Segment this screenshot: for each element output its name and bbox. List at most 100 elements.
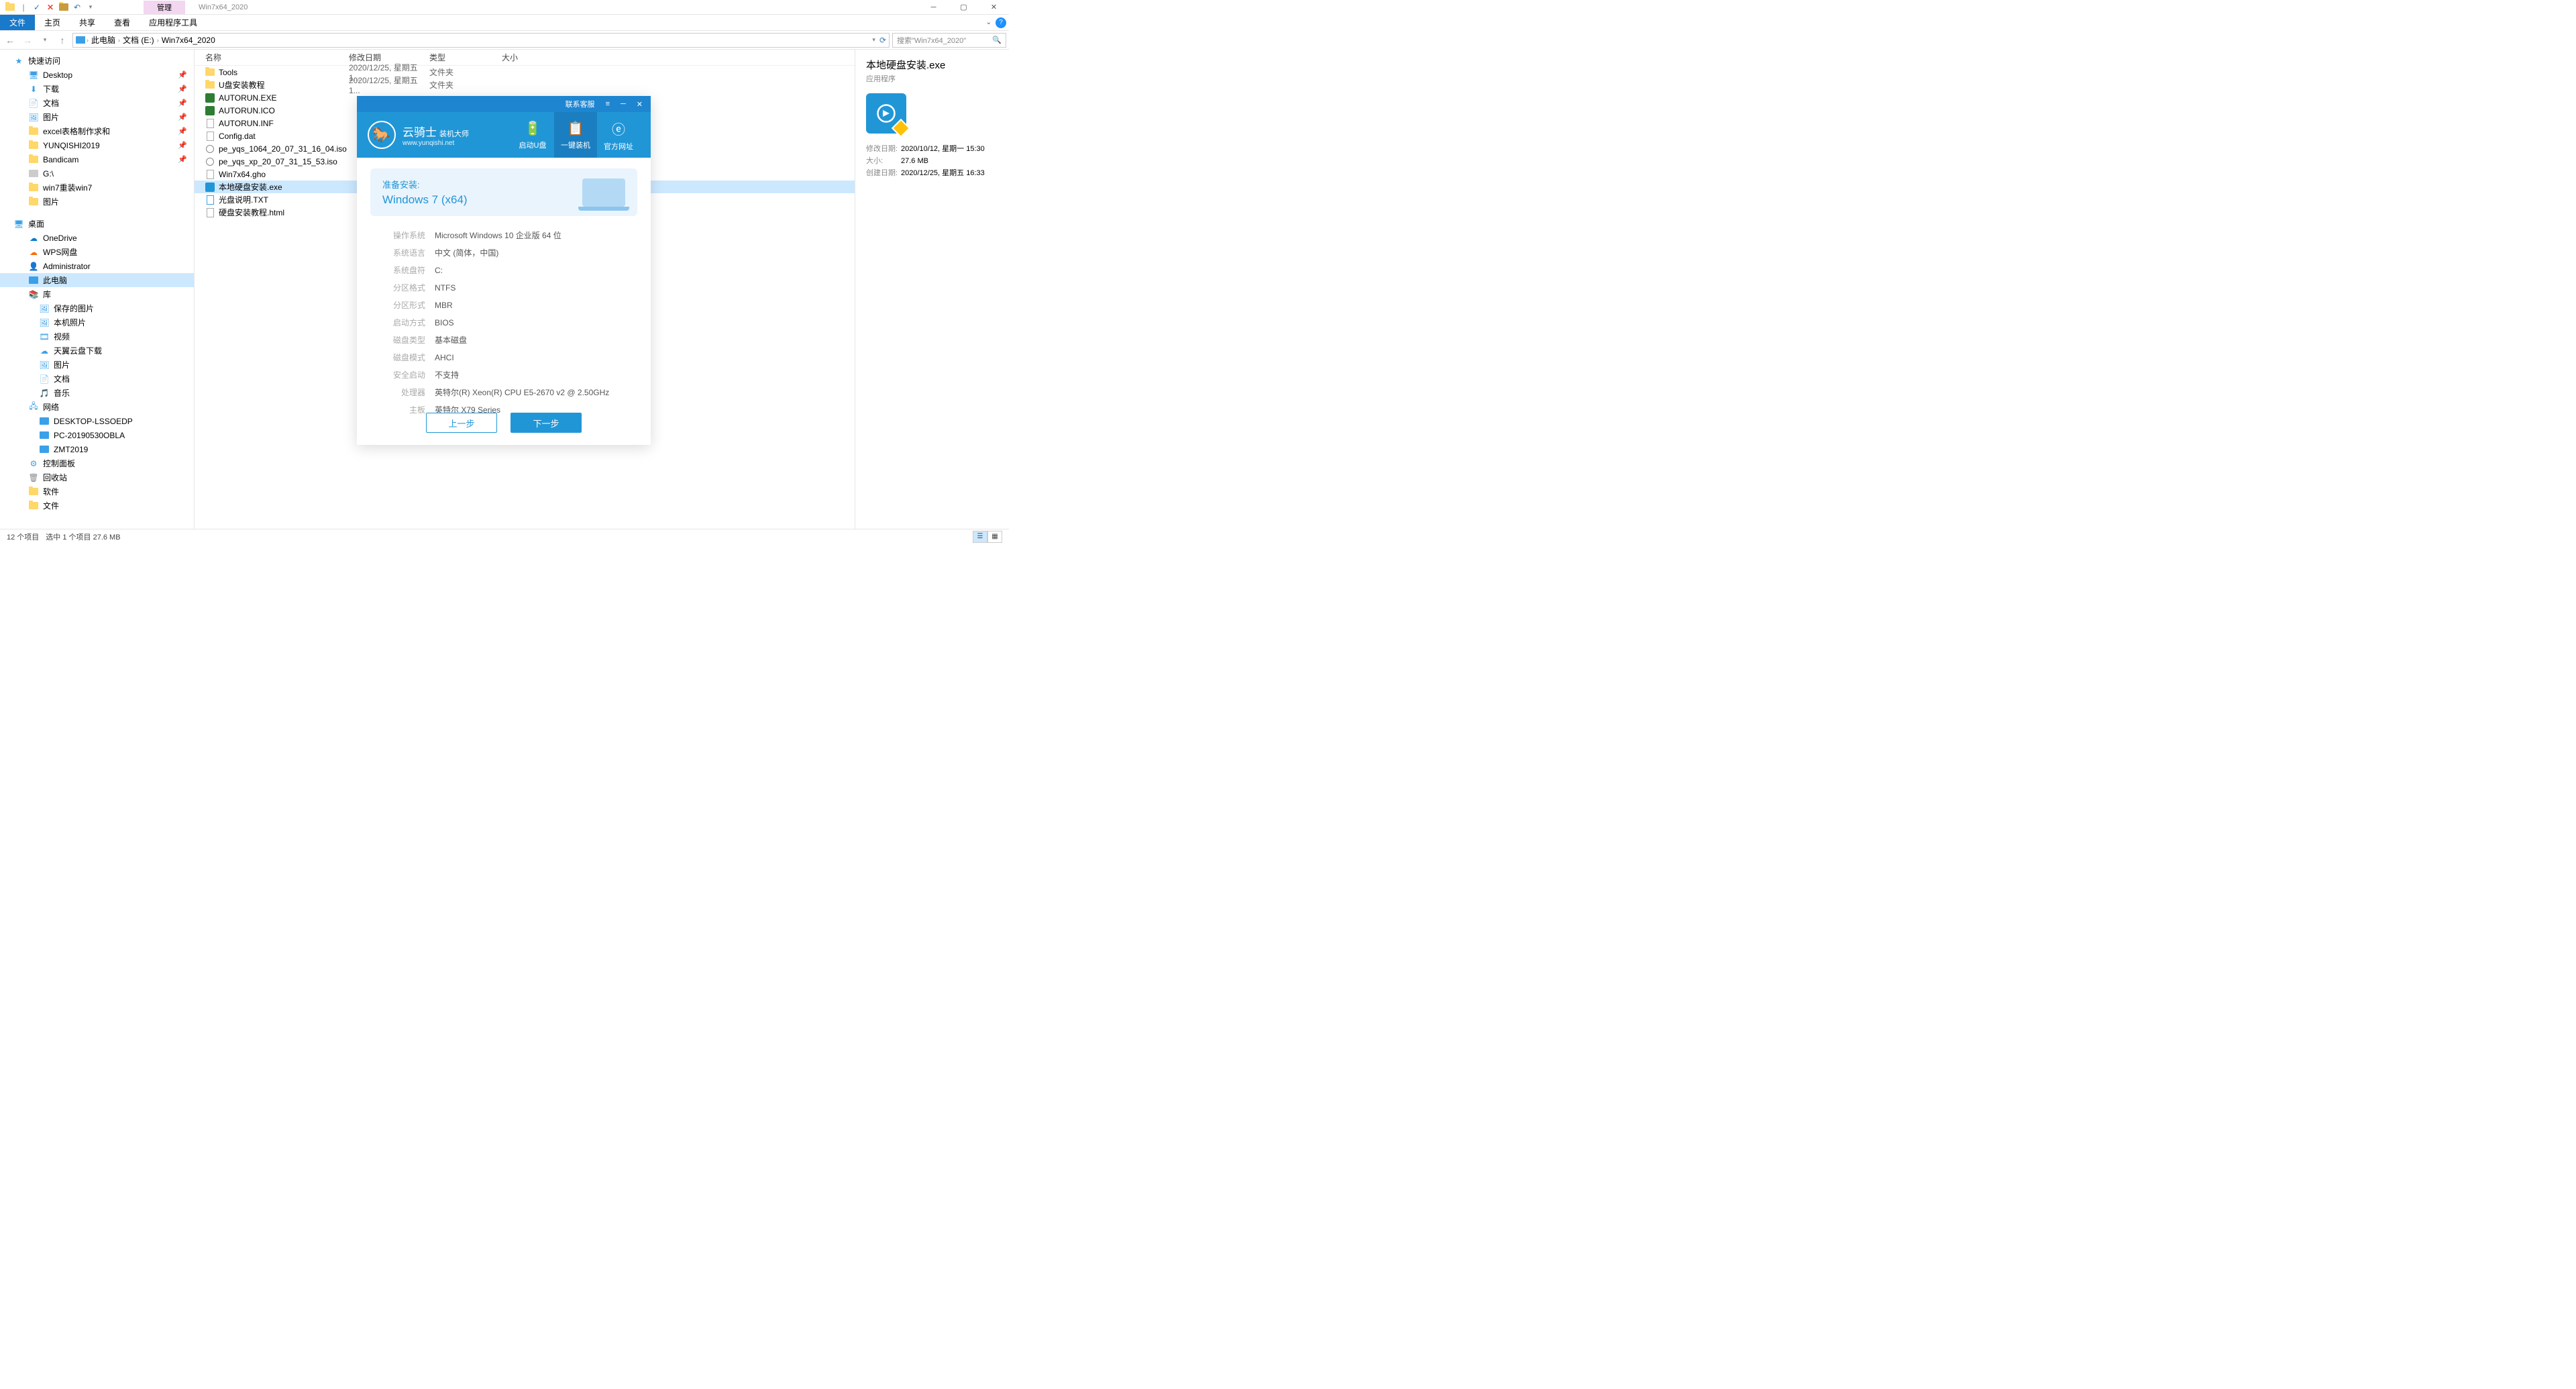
pc-icon: [39, 416, 50, 427]
breadcrumb-drive[interactable]: 文档 (E:): [121, 34, 156, 46]
installer-next-button[interactable]: 下一步: [511, 413, 582, 433]
usb-icon: 🔋: [525, 120, 541, 137]
installer-tab-site[interactable]: ⓔ 官方网址: [597, 112, 640, 158]
minimize-button[interactable]: ─: [918, 0, 949, 15]
tab-share[interactable]: 共享: [70, 15, 105, 30]
sidebar-desktop-root[interactable]: 🖥桌面: [0, 217, 194, 231]
installer-close-button[interactable]: ✕: [631, 96, 648, 112]
sysinfo-row: 系统盘符C:: [384, 262, 624, 279]
breadcrumb-root[interactable]: 此电脑: [90, 34, 117, 46]
pc-icon: [76, 36, 85, 44]
chevron-right-icon[interactable]: ›: [87, 37, 89, 44]
sidebar-downloads[interactable]: ⬇下载📌: [0, 82, 194, 96]
tab-file[interactable]: 文件: [0, 15, 35, 30]
folder-icon[interactable]: [4, 1, 16, 13]
sidebar-wps[interactable]: ☁WPS网盘: [0, 245, 194, 259]
tab-view[interactable]: 查看: [105, 15, 140, 30]
sidebar-admin[interactable]: 👤Administrator: [0, 259, 194, 273]
column-size[interactable]: 大小: [502, 52, 555, 63]
sysinfo-value: 英特尔(R) Xeon(R) CPU E5-2670 v2 @ 2.50GHz: [435, 384, 609, 401]
dropdown-icon[interactable]: ▼: [85, 1, 97, 13]
view-details-button[interactable]: ☰: [973, 531, 987, 543]
tab-home[interactable]: 主页: [35, 15, 70, 30]
sysinfo-label: 安全启动: [384, 366, 425, 384]
sidebar-saved-pics[interactable]: 🖼保存的图片: [0, 301, 194, 315]
undo-icon[interactable]: ↶: [71, 1, 83, 13]
view-large-button[interactable]: ▦: [987, 531, 1002, 543]
sidebar-bandicam[interactable]: Bandicam📌: [0, 152, 194, 166]
sidebar-network[interactable]: 🖧网络: [0, 400, 194, 414]
manage-contextual-tab[interactable]: 管理: [144, 1, 185, 14]
check-icon[interactable]: ✓: [31, 1, 43, 13]
details-pane: 本地硬盘安装.exe 应用程序 修改日期:2020/10/12, 星期一 15:…: [855, 50, 1009, 529]
refresh-icon[interactable]: ⟳: [879, 36, 886, 45]
folder-icon: [28, 183, 39, 193]
sidebar-net1[interactable]: DESKTOP-LSSOEDP: [0, 414, 194, 428]
sidebar-tianyi[interactable]: ☁天翼云盘下载: [0, 344, 194, 358]
file-icon: [205, 183, 215, 192]
chevron-right-icon[interactable]: ›: [157, 37, 159, 44]
nav-up-button[interactable]: ↑: [55, 33, 70, 48]
sidebar-onedrive[interactable]: ☁OneDrive: [0, 231, 194, 245]
pin-icon: 📌: [178, 70, 187, 79]
sidebar-quick-access[interactable]: ★快速访问: [0, 54, 194, 68]
help-icon[interactable]: ?: [996, 17, 1006, 28]
addressbar-dropdown-icon[interactable]: ▾: [872, 36, 875, 44]
details-type: 应用程序: [866, 73, 998, 84]
desktop-icon: 🖥: [13, 219, 24, 229]
sidebar-lib-music[interactable]: 🎵音乐: [0, 386, 194, 400]
sysinfo-label: 分区形式: [384, 297, 425, 314]
sidebar-libraries[interactable]: 📚库: [0, 287, 194, 301]
sidebar-yunqishi[interactable]: YUNQISHI2019📌: [0, 138, 194, 152]
file-icon: [205, 170, 215, 179]
tab-apptools[interactable]: 应用程序工具: [140, 15, 207, 30]
column-name[interactable]: 名称: [195, 52, 349, 63]
sidebar-thispc[interactable]: 此电脑: [0, 273, 194, 287]
sidebar-pictures2[interactable]: 图片: [0, 195, 194, 209]
column-type[interactable]: 类型: [429, 52, 502, 63]
installer-minimize-button[interactable]: ─: [615, 96, 631, 112]
sidebar-software[interactable]: 软件: [0, 484, 194, 499]
sidebar-pictures[interactable]: 🖼图片📌: [0, 110, 194, 124]
search-placeholder: 搜索"Win7x64_2020": [897, 35, 966, 46]
file-row[interactable]: Tools2020/12/25, 星期五 1...文件夹: [195, 66, 855, 79]
sidebar-camera-roll[interactable]: 🖼本机照片: [0, 315, 194, 329]
installer-prev-button[interactable]: 上一步: [426, 413, 497, 433]
file-row[interactable]: U盘安装教程2020/12/25, 星期五 1...文件夹: [195, 79, 855, 91]
search-icon[interactable]: 🔍: [992, 36, 1002, 44]
sidebar-control-panel[interactable]: ⚙控制面板: [0, 456, 194, 470]
sidebar-videos[interactable]: 🎞视频: [0, 329, 194, 344]
close-button[interactable]: ✕: [979, 0, 1009, 15]
new-folder-icon[interactable]: [58, 1, 70, 13]
sidebar-excel[interactable]: excel表格制作求和📌: [0, 124, 194, 138]
nav-forward-button[interactable]: →: [20, 33, 35, 48]
library-icon: 📚: [28, 289, 39, 300]
sidebar-net3[interactable]: ZMT2019: [0, 442, 194, 456]
nav-back-button[interactable]: ←: [3, 33, 17, 48]
sidebar-lib-docs[interactable]: 📄文档: [0, 372, 194, 386]
delete-icon[interactable]: ✕: [44, 1, 56, 13]
maximize-button[interactable]: ▢: [949, 0, 979, 15]
sysinfo-label: 系统语言: [384, 244, 425, 262]
installer-tab-usb[interactable]: 🔋 启动U盘: [511, 112, 554, 158]
installer-tab-install[interactable]: 📋 一键装机: [554, 112, 597, 158]
prepare-os: Windows 7 (x64): [382, 193, 468, 207]
sidebar-win7reinstall[interactable]: win7重装win7: [0, 181, 194, 195]
sidebar-recycle[interactable]: 🗑回收站: [0, 470, 194, 484]
nav-recent-dropdown[interactable]: ▾: [38, 33, 52, 48]
addressbar[interactable]: › 此电脑 › 文档 (E:) › Win7x64_2020 ▾ ⟳: [72, 33, 890, 48]
details-size-label: 大小:: [866, 155, 901, 167]
installer-contact-button[interactable]: 联系客服: [560, 96, 600, 112]
sidebar-desktop[interactable]: 🖥Desktop📌: [0, 68, 194, 82]
breadcrumb-folder[interactable]: Win7x64_2020: [160, 36, 217, 45]
chevron-right-icon[interactable]: ›: [118, 37, 120, 44]
sidebar-net2[interactable]: PC-20190530OBLA: [0, 428, 194, 442]
search-input[interactable]: 搜索"Win7x64_2020" 🔍: [892, 33, 1006, 48]
sidebar-documents[interactable]: 📄文档📌: [0, 96, 194, 110]
installer-menu-button[interactable]: ≡: [600, 96, 615, 112]
ribbon-expand-icon[interactable]: ⌄: [986, 19, 991, 26]
sidebar-lib-pics[interactable]: 🖼图片: [0, 358, 194, 372]
sidebar-gdrive[interactable]: G:\: [0, 166, 194, 181]
sidebar-files[interactable]: 文件: [0, 499, 194, 513]
file-name: U盘安装教程: [219, 79, 265, 91]
